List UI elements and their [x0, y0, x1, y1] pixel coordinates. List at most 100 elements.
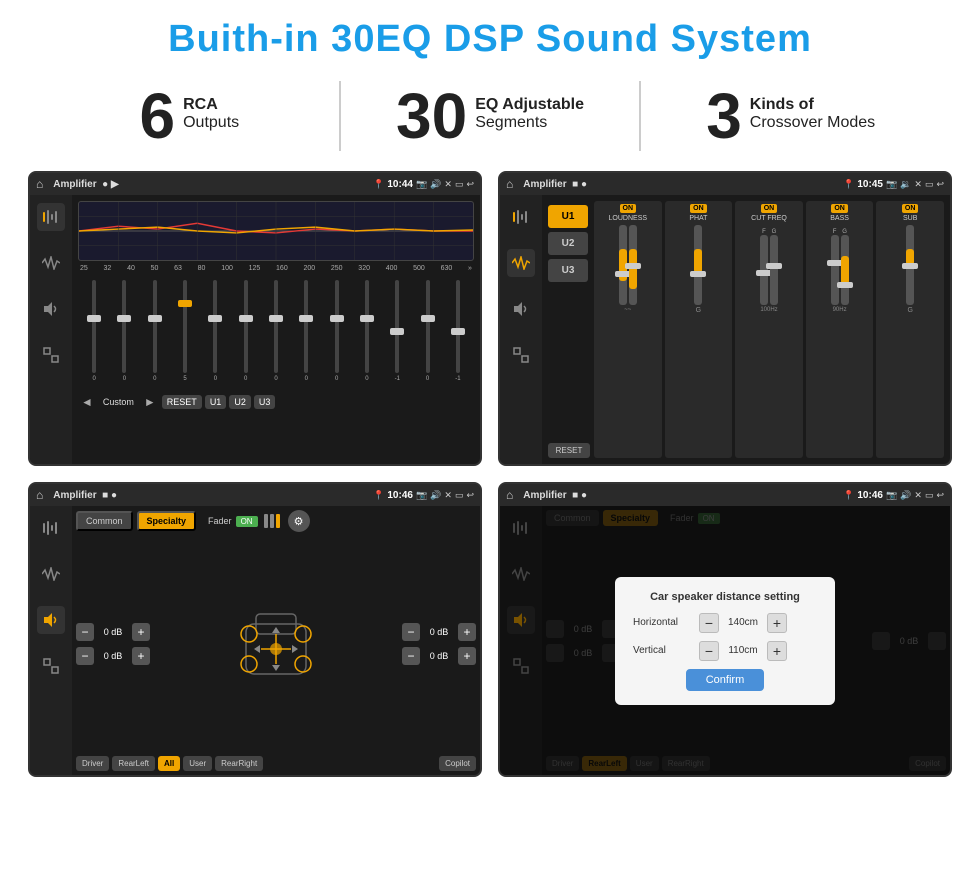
- specialty-tab[interactable]: Specialty: [137, 511, 197, 531]
- minimize-icon-2[interactable]: ▭: [925, 179, 934, 190]
- eq-u2-btn[interactable]: U2: [229, 395, 251, 409]
- slider-9[interactable]: 0: [353, 280, 381, 382]
- fader-expand-icon[interactable]: [37, 652, 65, 680]
- slider-11[interactable]: 0: [413, 280, 441, 382]
- dialog-vertical-label: Vertical: [633, 645, 693, 656]
- home-icon-2[interactable]: ⌂: [506, 177, 513, 191]
- amp-expand-icon[interactable]: [507, 341, 535, 369]
- amp-sidebar: [500, 195, 542, 464]
- freq-25: 25: [80, 265, 88, 272]
- back-icon-1[interactable]: ↩: [466, 179, 474, 190]
- vertical-minus-btn[interactable]: −: [699, 641, 719, 661]
- amp-reset-btn[interactable]: RESET: [548, 443, 590, 458]
- home-icon-4[interactable]: ⌂: [506, 488, 513, 502]
- slider-7[interactable]: 0: [292, 280, 320, 382]
- fader-speaker-icon[interactable]: [37, 606, 65, 634]
- eq-sliders: .eq-slider-col { display: flex; flex-dir…: [78, 276, 474, 386]
- freq-80: 80: [198, 265, 206, 272]
- volume-icon-2: 🔉: [900, 179, 911, 190]
- horizontal-plus-btn[interactable]: +: [767, 613, 787, 633]
- minimize-icon-3[interactable]: ▭: [455, 490, 464, 501]
- eq-reset-btn[interactable]: RESET: [162, 395, 202, 409]
- horizontal-minus-btn[interactable]: −: [699, 613, 719, 633]
- slider-2[interactable]: 0: [141, 280, 169, 382]
- amp-u3-btn[interactable]: U3: [548, 259, 588, 282]
- amp-u1-btn[interactable]: U1: [548, 205, 588, 228]
- slider-8[interactable]: 0: [323, 280, 351, 382]
- eq-u3-btn[interactable]: U3: [254, 395, 276, 409]
- vol-minus-fl[interactable]: −: [76, 623, 94, 641]
- slider-0[interactable]: 0: [80, 280, 108, 382]
- status-bar-1: ⌂ Amplifier ● ▶ 📍 10:44 📷 🔊 ✕ ▭ ↩: [30, 173, 480, 195]
- sidebar-eq-icon[interactable]: [37, 203, 65, 231]
- amp-eq-icon[interactable]: [507, 203, 535, 231]
- minimize-icon-1[interactable]: ▭: [455, 179, 464, 190]
- vol-plus-rr[interactable]: +: [458, 647, 476, 665]
- volume-icon-1: 🔊: [430, 179, 441, 190]
- screenshots-grid: ⌂ Amplifier ● ▶ 📍 10:44 📷 🔊 ✕ ▭ ↩: [0, 171, 980, 777]
- home-icon-1[interactable]: ⌂: [36, 177, 43, 191]
- sidebar-speaker-icon[interactable]: [37, 295, 65, 323]
- vertical-plus-btn[interactable]: +: [767, 641, 787, 661]
- all-btn[interactable]: All: [158, 756, 180, 771]
- stat-divider-2: [639, 81, 641, 151]
- amp-wave-icon[interactable]: [507, 249, 535, 277]
- common-tab[interactable]: Common: [76, 511, 133, 531]
- vol-minus-rr[interactable]: −: [402, 647, 420, 665]
- status-time-4: 10:46: [857, 490, 883, 501]
- vol-plus-rl[interactable]: +: [132, 647, 150, 665]
- slider-10[interactable]: -1: [383, 280, 411, 382]
- slider-3[interactable]: 5: [171, 280, 199, 382]
- dialog-vertical-row: Vertical − 110cm +: [633, 641, 817, 661]
- confirm-button[interactable]: Confirm: [686, 669, 765, 691]
- eq-prev-btn[interactable]: ◄: [78, 395, 96, 409]
- stat-eq-line1: EQ Adjustable: [475, 96, 584, 114]
- slider-4[interactable]: 0: [201, 280, 229, 382]
- slider-12[interactable]: -1: [444, 280, 472, 382]
- eq-next-btn[interactable]: ►: [141, 395, 159, 409]
- minimize-icon-4[interactable]: ▭: [925, 490, 934, 501]
- stat-eq-line2: Segments: [475, 114, 584, 132]
- slider-5[interactable]: 0: [232, 280, 260, 382]
- rearright-btn[interactable]: RearRight: [215, 756, 263, 771]
- camera-icon-2: 📷: [886, 179, 897, 190]
- band-bass: ON BASS F G: [806, 201, 874, 458]
- amp-speaker-icon[interactable]: [507, 295, 535, 323]
- settings-icon[interactable]: ⚙: [288, 510, 310, 532]
- vol-minus-fr[interactable]: −: [402, 623, 420, 641]
- stat-rca: 6 RCA Outputs: [60, 84, 319, 148]
- close-icon-1[interactable]: ✕: [444, 179, 452, 190]
- freq-400: 400: [386, 265, 398, 272]
- sidebar-wave-icon[interactable]: [37, 249, 65, 277]
- vol-plus-fr[interactable]: +: [458, 623, 476, 641]
- vol-plus-fl[interactable]: +: [132, 623, 150, 641]
- amp-u2-btn[interactable]: U2: [548, 232, 588, 255]
- back-icon-3[interactable]: ↩: [466, 490, 474, 501]
- vol-minus-rl[interactable]: −: [76, 647, 94, 665]
- freq-100: 100: [221, 265, 233, 272]
- fader-wave-icon[interactable]: [37, 560, 65, 588]
- dialog-overlay: Car speaker distance setting Horizontal …: [500, 506, 950, 775]
- stat-crossover-line2: Crossover Modes: [750, 114, 875, 132]
- close-icon-2[interactable]: ✕: [914, 179, 922, 190]
- rearleft-btn[interactable]: RearLeft: [112, 756, 155, 771]
- slider-1[interactable]: 0: [110, 280, 138, 382]
- user-btn[interactable]: User: [183, 756, 212, 771]
- sidebar-expand-icon[interactable]: [37, 341, 65, 369]
- back-icon-4[interactable]: ↩: [936, 490, 944, 501]
- eq-u1-btn[interactable]: U1: [205, 395, 227, 409]
- freq-more: »: [468, 265, 472, 272]
- close-icon-3[interactable]: ✕: [444, 490, 452, 501]
- home-icon-3[interactable]: ⌂: [36, 488, 43, 502]
- fader-eq-icon[interactable]: [37, 514, 65, 542]
- freq-320: 320: [358, 265, 370, 272]
- dialog-title: Car speaker distance setting: [633, 591, 817, 603]
- vol-val-rl: 0 dB: [97, 651, 129, 661]
- copilot-btn[interactable]: Copilot: [439, 756, 476, 771]
- back-icon-2[interactable]: ↩: [936, 179, 944, 190]
- freq-40: 40: [127, 265, 135, 272]
- volume-icon-4: 🔊: [900, 490, 911, 501]
- close-icon-4[interactable]: ✕: [914, 490, 922, 501]
- driver-btn[interactable]: Driver: [76, 756, 109, 771]
- slider-6[interactable]: 0: [262, 280, 290, 382]
